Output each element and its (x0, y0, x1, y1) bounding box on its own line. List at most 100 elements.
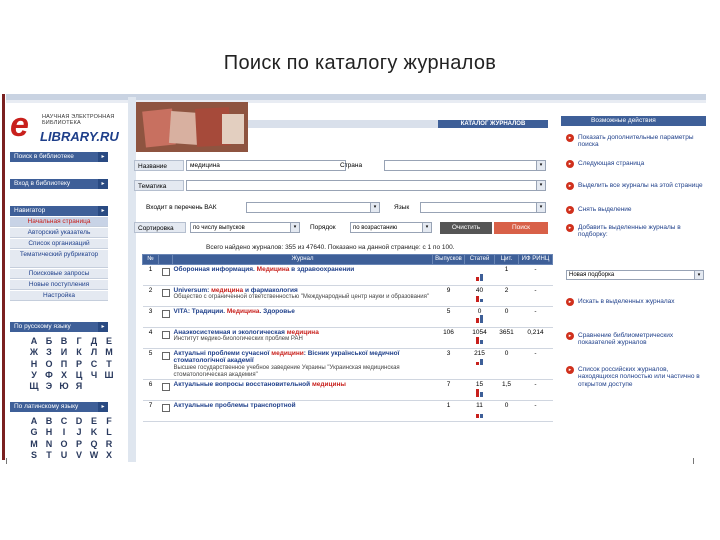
checkbox-icon[interactable] (161, 351, 170, 360)
latin-letter-link[interactable]: B (43, 416, 55, 426)
latin-letter-link[interactable]: Q (88, 439, 100, 449)
journal-title-cell[interactable]: Актуальные вопросы восстановительной мед… (172, 379, 433, 402)
latin-letter-link[interactable]: O (58, 439, 70, 449)
russian-letter-link[interactable]: Ф (43, 370, 55, 380)
russian-letter-link[interactable]: З (43, 347, 55, 357)
checkbox-icon[interactable] (161, 309, 170, 318)
latin-letter-link[interactable]: H (43, 427, 55, 437)
latin-letter-link[interactable]: N (43, 439, 55, 449)
nav-item[interactable]: Новые поступления (10, 280, 108, 290)
russian-letter-link[interactable]: О (43, 359, 55, 369)
russian-letter-link[interactable]: К (73, 347, 85, 357)
russian-letter-link[interactable]: Ц (73, 370, 85, 380)
russian-letter-link[interactable]: Н (28, 359, 40, 369)
bar-chart-icon[interactable] (475, 336, 485, 345)
russian-letter-link[interactable]: М (103, 347, 115, 357)
russian-letter-link[interactable]: А (28, 336, 40, 346)
checkbox-icon[interactable] (161, 383, 170, 392)
russian-letter-link[interactable]: Ю (58, 381, 70, 391)
russian-letter-link[interactable]: Щ (28, 381, 40, 391)
collection-select[interactable]: Новая подборка ▾ (566, 270, 704, 280)
latin-letter-link[interactable]: W (88, 450, 100, 460)
russian-letter-link[interactable]: С (88, 359, 100, 369)
nav-item[interactable]: Тематический рубрикатор (10, 250, 108, 268)
latin-letter-link[interactable]: C (58, 416, 70, 426)
library-search-head[interactable]: Поиск в библиотеке ▸ (10, 152, 108, 162)
subject-select[interactable]: ▾ (186, 180, 546, 191)
sort-select[interactable]: по числу выпусков ▾ (190, 222, 300, 233)
order-select[interactable]: по возрастанию ▾ (350, 222, 432, 233)
nav-item[interactable]: Список организаций (10, 239, 108, 249)
vak-select[interactable]: ▾ (246, 202, 380, 213)
russian-letter-link[interactable]: Р (73, 359, 85, 369)
latin-letter-link[interactable]: U (58, 450, 70, 460)
checkbox-icon[interactable] (161, 330, 170, 339)
checkbox-icon[interactable] (161, 288, 170, 297)
journal-title-cell[interactable]: Актуальные проблемы транспортной (172, 400, 433, 423)
latin-letter-link[interactable]: M (28, 439, 40, 449)
latin-letter-link[interactable]: K (88, 427, 100, 437)
russian-index-head[interactable]: По русскому языку ▸ (10, 322, 108, 332)
action-link[interactable]: ▸ Добавить выделенные журналы в подборку: (566, 224, 704, 239)
nav-item[interactable]: Начальная страница (10, 217, 108, 227)
journal-title-cell[interactable]: Оборонная информация. Медицина в здравоо… (172, 264, 433, 286)
latin-letter-link[interactable]: F (103, 416, 115, 426)
russian-letter-link[interactable]: Я (73, 381, 85, 391)
russian-letter-link[interactable]: Б (43, 336, 55, 346)
clear-button[interactable]: Очистить (440, 222, 492, 234)
checkbox-icon[interactable] (161, 404, 170, 413)
latin-letter-link[interactable]: Z (43, 461, 55, 462)
journal-title-cell[interactable]: VITA: Традиции. Медицина. Здоровье (172, 306, 433, 328)
russian-letter-link[interactable]: Ж (28, 347, 40, 357)
russian-letter-link[interactable]: Ш (103, 370, 115, 380)
latin-letter-link[interactable]: P (73, 439, 85, 449)
latin-letter-link[interactable]: R (103, 439, 115, 449)
action-link[interactable]: ▸ Сравнение библиометрических показателей… (566, 332, 704, 347)
login-head[interactable]: Вход в библиотеку ▸ (10, 179, 108, 189)
latin-letter-link[interactable]: J (73, 427, 85, 437)
russian-letter-link[interactable]: Г (73, 336, 85, 346)
latin-letter-link[interactable]: S (28, 450, 40, 460)
bar-chart-icon[interactable] (475, 388, 485, 397)
russian-letter-link[interactable]: Э (43, 381, 55, 391)
latin-letter-link[interactable]: G (28, 427, 40, 437)
journal-title-cell[interactable]: Актуальні проблеми сучасної медицини: Ві… (172, 348, 433, 381)
nav-item[interactable]: Настройка (10, 291, 108, 301)
latin-letter-link[interactable]: A (28, 416, 40, 426)
russian-letter-link[interactable]: Ч (88, 370, 100, 380)
latin-letter-link[interactable]: L (103, 427, 115, 437)
journal-title-cell[interactable]: Universum: медицина и фармакология Общест… (172, 285, 433, 307)
latin-index-head[interactable]: По латинскому языку ▸ (10, 402, 108, 412)
journal-title-cell[interactable]: Анаэкосистемная и экологическая медицина… (172, 327, 433, 349)
search-button[interactable]: Поиск (494, 222, 548, 234)
latin-letter-link[interactable]: T (43, 450, 55, 460)
nav-item[interactable]: Поисковые запросы (10, 269, 108, 279)
action-link[interactable]: ▸ Снять выделение (566, 206, 704, 214)
name-input[interactable]: медицина (186, 160, 346, 171)
bar-chart-icon[interactable] (475, 357, 485, 366)
language-select[interactable]: ▾ (420, 202, 546, 213)
russian-letter-link[interactable]: Х (58, 370, 70, 380)
bar-chart-icon[interactable] (475, 315, 485, 324)
action-link[interactable]: ▸ Список российских журналов, находящихся… (566, 366, 704, 388)
action-link[interactable]: ▸ Следующая страница (566, 160, 704, 168)
russian-letter-link[interactable]: Т (103, 359, 115, 369)
action-link[interactable]: ▸ Искать в выделенных журналах (566, 298, 704, 306)
russian-letter-link[interactable]: П (58, 359, 70, 369)
latin-letter-link[interactable]: Y (28, 461, 40, 462)
latin-letter-link[interactable]: E (88, 416, 100, 426)
bar-chart-icon[interactable] (475, 273, 485, 282)
russian-letter-link[interactable]: И (58, 347, 70, 357)
checkbox-icon[interactable] (161, 268, 170, 276)
bar-chart-icon[interactable] (475, 294, 485, 303)
bar-chart-icon[interactable] (475, 410, 485, 418)
russian-letter-link[interactable]: В (58, 336, 70, 346)
elibrary-logo[interactable]: e НАУЧНАЯ ЭЛЕКТРОННАЯ БИБЛИОТЕКА LIBRARY… (10, 104, 138, 144)
action-link[interactable]: ▸ Показать дополнительные параметры поиск… (566, 134, 704, 149)
latin-letter-link[interactable]: X (103, 450, 115, 460)
russian-letter-link[interactable]: Е (103, 336, 115, 346)
nav-item[interactable]: Авторский указатель (10, 228, 108, 238)
country-select[interactable]: ▾ (384, 160, 546, 171)
latin-letter-link[interactable]: V (73, 450, 85, 460)
russian-letter-link[interactable]: Л (88, 347, 100, 357)
